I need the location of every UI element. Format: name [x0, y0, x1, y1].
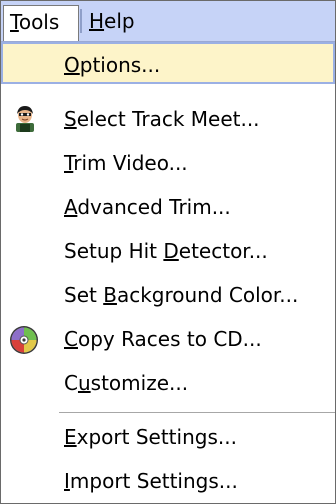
menu-item-customize[interactable]: Customize...: [1, 362, 335, 404]
menu-bar-separator: [80, 9, 82, 33]
menu-tools[interactable]: Tools: [3, 5, 79, 41]
cd-icon: [10, 326, 38, 354]
menu-item-setup-hit-detector[interactable]: Setup Hit Detector...: [1, 230, 335, 272]
menu-separator: [59, 412, 335, 413]
menu-item-advanced-trim[interactable]: Advanced Trim...: [1, 186, 335, 228]
menu-item-import-settings[interactable]: Import Settings...: [1, 460, 335, 502]
menu-tools-label-post: ools: [18, 10, 60, 34]
menu-item-export-settings[interactable]: Export Settings...: [1, 416, 335, 458]
menu-help-label-post: elp: [104, 9, 135, 33]
menu-help-mnemonic: H: [89, 9, 105, 33]
menu-item-label: Select Track Meet...: [64, 107, 260, 131]
menu-item-label: Export Settings...: [64, 425, 237, 449]
menu-item-label: Trim Video...: [64, 151, 188, 175]
menu-item-label: Advanced Trim...: [64, 195, 231, 219]
person-icon: [16, 106, 34, 132]
menu-item-trim-video[interactable]: Trim Video...: [1, 142, 335, 184]
menu-item-label: Set Background Color...: [64, 283, 299, 307]
menu-help[interactable]: Help: [83, 5, 143, 37]
menu-tools-mnemonic: T: [10, 10, 19, 34]
menu-item-label: Copy Races to CD...: [64, 327, 262, 351]
menu-bar: Tools Help: [1, 1, 335, 42]
menu-item-set-background-color[interactable]: Set Background Color...: [1, 274, 335, 316]
app-window: Tools Help Options... Select Track Meet.…: [0, 0, 336, 504]
menu-item-label: Setup Hit Detector...: [64, 239, 268, 263]
menu-item-select-track-meet[interactable]: Select Track Meet...: [1, 98, 335, 140]
menu-item-label: Import Settings...: [64, 469, 238, 493]
menu-item-label: Options...: [64, 53, 161, 77]
menu-item-label: Customize...: [64, 371, 189, 395]
menu-item-options[interactable]: Options...: [1, 42, 335, 84]
menu-item-copy-races-to-cd[interactable]: Copy Races to CD...: [1, 318, 335, 360]
tools-dropdown-menu: Options... Select Track Meet... Trim Vid…: [1, 42, 335, 503]
